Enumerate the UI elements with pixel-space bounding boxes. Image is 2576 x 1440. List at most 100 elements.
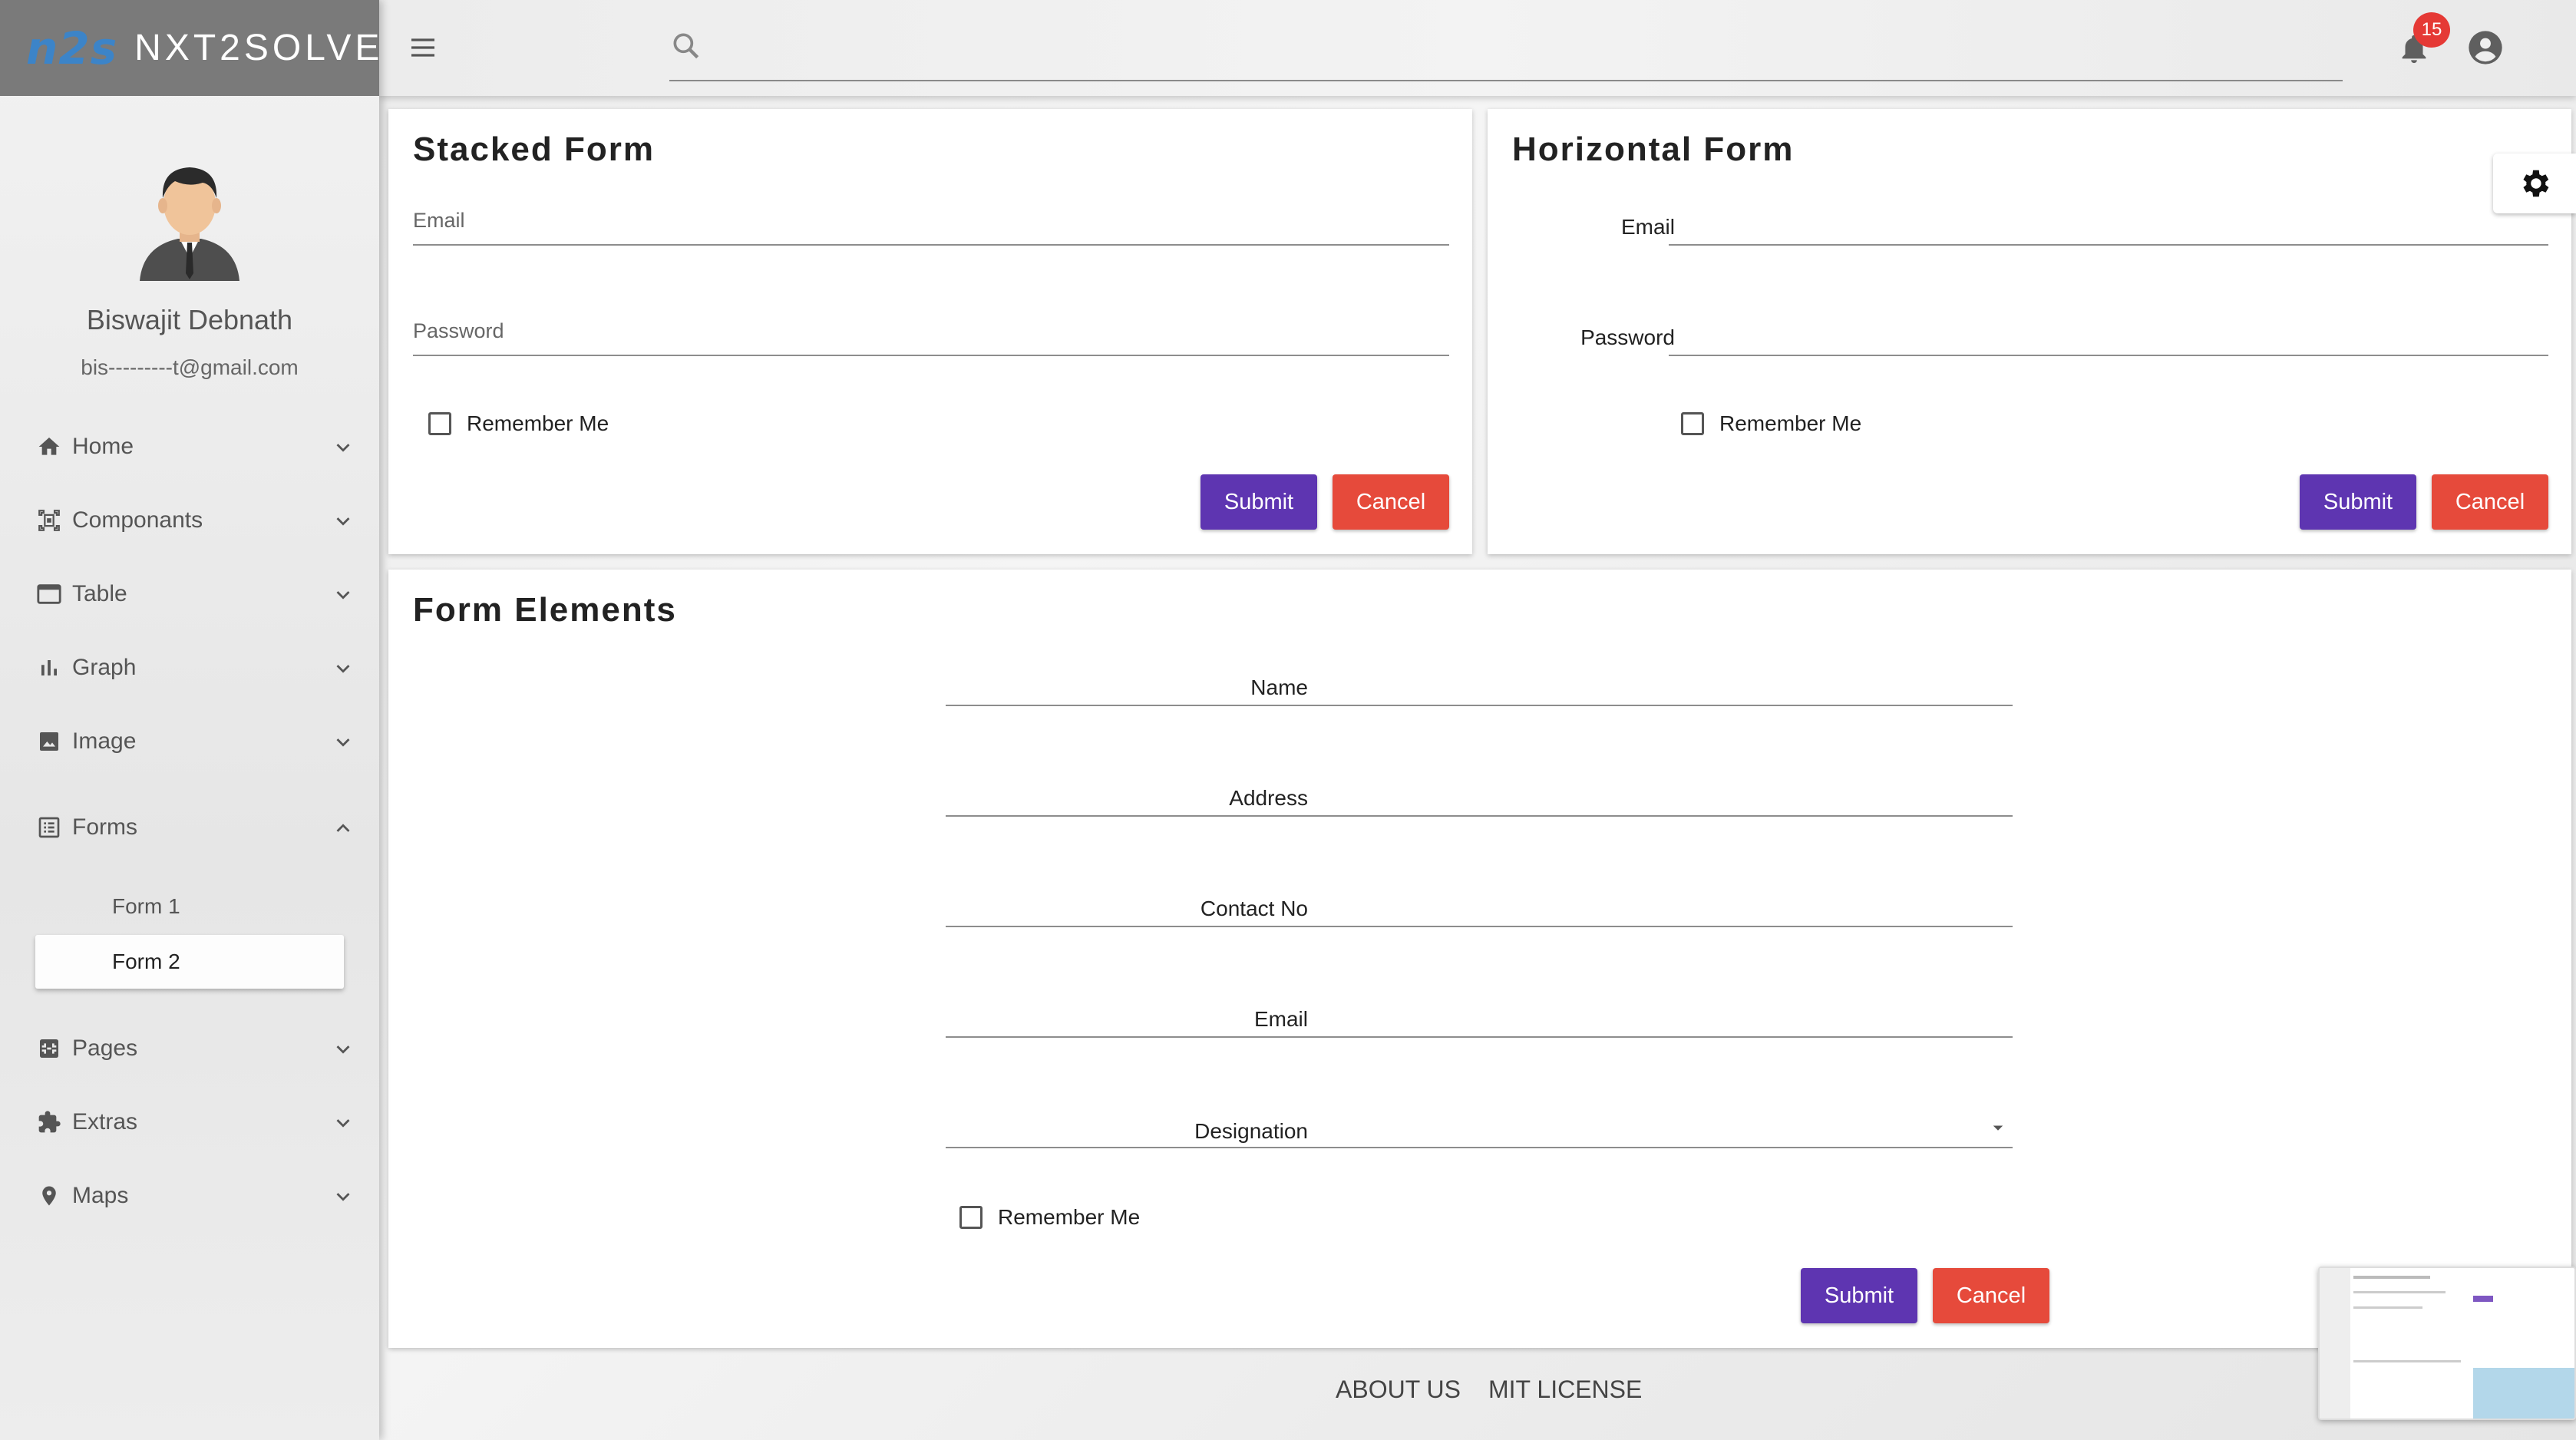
brand-name: NXT2SOLVE <box>134 28 384 68</box>
sidebar-item-label: Home <box>72 434 134 459</box>
thumbnail-panel <box>2473 1368 2574 1419</box>
map-pin-icon <box>34 1181 64 1211</box>
email-field[interactable] <box>413 230 1449 269</box>
name-field[interactable] <box>946 666 2013 705</box>
search-icon <box>673 33 699 59</box>
chevron-down-icon <box>336 591 350 599</box>
sidebar-item-graph[interactable]: Graph <box>34 643 356 692</box>
checkbox-box[interactable] <box>959 1206 983 1229</box>
mit-license-link[interactable]: MIT LICENSE <box>1488 1376 1642 1404</box>
thumbnail-line <box>2353 1276 2430 1279</box>
table-icon <box>34 579 64 609</box>
pages-icon <box>34 1033 64 1064</box>
sidebar: n2s NXT2SOLVE Biswajit Debnath bis------… <box>0 0 379 1440</box>
checkbox-label: Remember Me <box>998 1205 1141 1229</box>
designation-select[interactable] <box>946 1107 2013 1147</box>
chevron-down-icon <box>336 1045 350 1054</box>
sidebar-item-label: Componants <box>72 507 203 533</box>
footer-links: ABOUT US MIT LICENSE <box>1336 1376 1642 1404</box>
password-label: Password <box>413 319 504 342</box>
sidebar-item-label: Forms <box>72 814 137 840</box>
chevron-down-icon <box>336 665 350 673</box>
search-bar <box>669 23 2343 81</box>
sidebar-item-label: Image <box>72 728 137 754</box>
sidebar-item-extras[interactable]: Extras <box>34 1098 356 1147</box>
chevron-down-icon <box>336 1119 350 1128</box>
screenshot-thumbnail[interactable] <box>2318 1267 2576 1420</box>
about-us-link[interactable]: ABOUT US <box>1336 1376 1461 1404</box>
sidebar-item-table[interactable]: Table <box>34 570 356 619</box>
extras-icon <box>34 1107 64 1138</box>
email-underline <box>1669 244 2548 246</box>
cancel-button[interactable]: Cancel <box>1933 1268 2049 1323</box>
sidebar-subitem-form-2[interactable]: Form 2 <box>35 935 344 989</box>
email-field[interactable] <box>946 998 2013 1036</box>
home-icon <box>34 431 64 462</box>
sidebar-item-maps[interactable]: Maps <box>34 1171 356 1220</box>
user-email: bis---------t@gmail.com <box>81 355 299 379</box>
cancel-button[interactable]: Cancel <box>2432 474 2548 530</box>
email-underline <box>946 1036 2013 1038</box>
remember-me-checkbox[interactable]: Remember Me <box>1681 411 1861 436</box>
sidebar-subitem-form-1[interactable]: Form 1 <box>35 880 344 933</box>
notification-badge: 15 <box>2413 12 2450 48</box>
remember-me-checkbox[interactable]: Remember Me <box>959 1205 1140 1230</box>
sidebar-item-image[interactable]: Image <box>34 717 356 766</box>
remember-me-checkbox[interactable]: Remember Me <box>428 411 609 436</box>
chevron-down-icon <box>336 1193 350 1201</box>
email-underline <box>413 244 1449 246</box>
thumbnail-button <box>2473 1296 2493 1302</box>
password-field[interactable] <box>1669 316 2548 355</box>
contact-no-field[interactable] <box>946 887 2013 926</box>
thumbnail-line <box>2353 1360 2461 1362</box>
card-title: Stacked Form <box>413 130 655 168</box>
checkbox-label: Remember Me <box>1719 411 1862 435</box>
chevron-down-icon <box>336 738 350 747</box>
image-icon <box>34 726 64 757</box>
search-input[interactable] <box>715 31 2327 69</box>
address-field[interactable] <box>946 777 2013 815</box>
components-icon <box>34 505 64 536</box>
hamburger-menu-icon[interactable] <box>407 32 439 63</box>
password-underline <box>1669 355 2548 356</box>
checkbox-label: Remember Me <box>467 411 609 435</box>
avatar <box>140 167 239 281</box>
cancel-button[interactable]: Cancel <box>1333 474 1449 530</box>
password-field[interactable] <box>413 341 1449 379</box>
sidebar-item-componants[interactable]: Componants <box>34 496 356 545</box>
horizontal-form-card: Horizontal Form Email Password Remember … <box>1488 109 2571 554</box>
thumbnail-line <box>2353 1291 2446 1293</box>
sidebar-item-pages[interactable]: Pages <box>34 1024 356 1073</box>
settings-button[interactable] <box>2493 154 2576 213</box>
checkbox-box[interactable] <box>1681 412 1704 435</box>
password-label: Password <box>1580 325 1675 349</box>
email-label: Email <box>1620 215 1675 239</box>
graph-icon <box>34 652 64 683</box>
thumbnail-line <box>2353 1306 2422 1309</box>
sidebar-item-label: Graph <box>72 655 137 680</box>
checkbox-box[interactable] <box>428 412 451 435</box>
brand-header[interactable]: n2s NXT2SOLVE <box>0 0 379 96</box>
submit-button[interactable]: Submit <box>2300 474 2416 530</box>
gear-icon <box>2523 170 2549 197</box>
user-name: Biswajit Debnath <box>86 304 293 335</box>
password-underline <box>413 355 1449 356</box>
account-circle-icon[interactable] <box>2465 28 2505 68</box>
chevron-down-icon <box>336 444 350 452</box>
stacked-form-card: Stacked Form Email Password Remember Me … <box>388 109 1472 554</box>
designation-underline <box>946 1147 2013 1148</box>
form-elements-card: Form Elements Name Address Contact No Em… <box>388 570 2571 1348</box>
submit-button[interactable]: Submit <box>1200 474 1317 530</box>
submit-button[interactable]: Submit <box>1801 1268 1917 1323</box>
card-title: Form Elements <box>413 591 677 629</box>
chevron-down-icon <box>336 517 350 526</box>
sidebar-item-home[interactable]: Home <box>34 422 356 471</box>
contact-no-underline <box>946 926 2013 927</box>
sidebar-item-label: Extras <box>72 1109 138 1134</box>
email-field[interactable] <box>1669 206 2548 244</box>
sidebar-item-forms[interactable]: Forms <box>34 803 356 852</box>
sidebar-item-label: Table <box>72 581 127 606</box>
chevron-up-icon <box>336 824 350 832</box>
card-title: Horizontal Form <box>1512 130 1795 168</box>
brand-logo: n2s <box>26 21 118 74</box>
